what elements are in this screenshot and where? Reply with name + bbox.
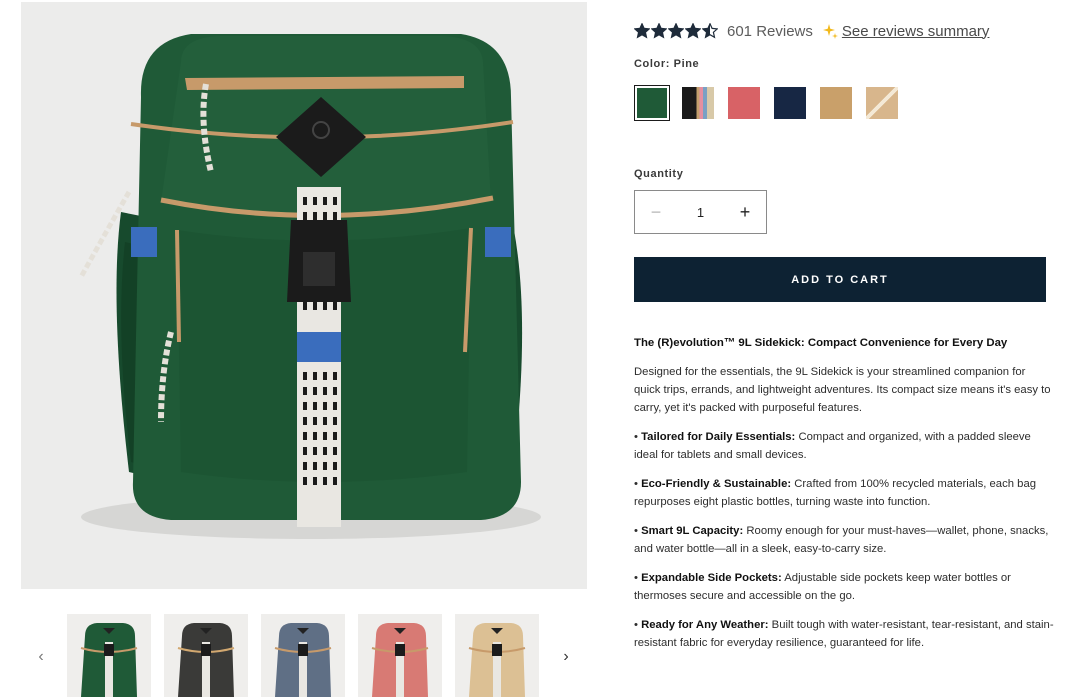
bullet-title: Tailored for Daily Essentials: <box>641 431 796 443</box>
backpack-thumbnail-image <box>261 614 345 697</box>
review-count[interactable]: 601 Reviews <box>727 23 813 40</box>
main-product-image[interactable] <box>21 2 587 589</box>
backpack-thumbnail-image <box>164 614 248 697</box>
star-full-icon <box>668 23 684 39</box>
color-swatch-pine[interactable] <box>634 85 670 121</box>
bullet-title: Ready for Any Weather: <box>641 619 769 631</box>
description-bullet: • Eco-Friendly & Sustainable: Crafted fr… <box>634 478 1037 508</box>
increase-quantity-button[interactable]: + <box>724 191 766 233</box>
thumbnail-strip <box>67 614 539 697</box>
description-bullet: • Tailored for Daily Essentials: Compact… <box>634 431 1031 461</box>
bullet-title: Eco-Friendly & Sustainable: <box>641 478 792 490</box>
backpack-image <box>21 2 587 589</box>
backpack-thumbnail-image <box>67 614 151 697</box>
description-heading: The (R)evolution™ 9L Sidekick: Compact C… <box>634 337 1008 349</box>
see-reviews-summary-link[interactable]: See reviews summary <box>842 23 990 40</box>
decrease-quantity-button[interactable]: − <box>635 191 677 233</box>
color-swatch-sand[interactable] <box>866 87 898 119</box>
chevron-left-icon[interactable]: ‹ <box>28 642 54 672</box>
add-to-cart-button[interactable]: ADD TO CART <box>634 257 1046 302</box>
rating-row: 601 Reviews See reviews summary <box>634 19 989 43</box>
thumbnail-sand[interactable] <box>455 614 539 697</box>
description-intro: Designed for the essentials, the 9L Side… <box>634 366 1051 414</box>
description-bullet: • Expandable Side Pockets: Adjustable si… <box>634 572 1011 602</box>
bullet-title: Expandable Side Pockets: <box>641 572 782 584</box>
color-label: Color: Pine <box>634 58 700 70</box>
quantity-stepper: − 1 + <box>634 190 767 234</box>
chevron-right-icon[interactable]: › <box>553 642 579 672</box>
color-swatch-tan[interactable] <box>820 87 852 119</box>
description-bullet: • Smart 9L Capacity: Roomy enough for yo… <box>634 525 1049 555</box>
backpack-thumbnail-image <box>358 614 442 697</box>
thumbnail-rose[interactable] <box>358 614 442 697</box>
backpack-thumbnail-image <box>455 614 539 697</box>
star-rating <box>634 23 718 39</box>
description-bullet: • Ready for Any Weather: Built tough wit… <box>634 619 1054 649</box>
color-swatch-rose[interactable] <box>728 87 760 119</box>
thumbnail-navy[interactable] <box>261 614 345 697</box>
color-swatches <box>634 85 912 121</box>
quantity-label: Quantity <box>634 168 684 180</box>
thumbnail-black-multi[interactable] <box>164 614 248 697</box>
color-swatch-multi[interactable] <box>682 87 714 119</box>
quantity-input[interactable]: 1 <box>697 205 704 220</box>
star-full-icon <box>634 23 650 39</box>
star-full-icon <box>651 23 667 39</box>
sparkle-icon <box>822 24 838 39</box>
star-half-icon <box>702 23 718 39</box>
thumbnail-pine[interactable] <box>67 614 151 697</box>
product-description: The (R)evolution™ 9L Sidekick: Compact C… <box>634 334 1054 663</box>
star-full-icon <box>685 23 701 39</box>
color-swatch-navy[interactable] <box>774 87 806 119</box>
bullet-title: Smart 9L Capacity: <box>641 525 744 537</box>
